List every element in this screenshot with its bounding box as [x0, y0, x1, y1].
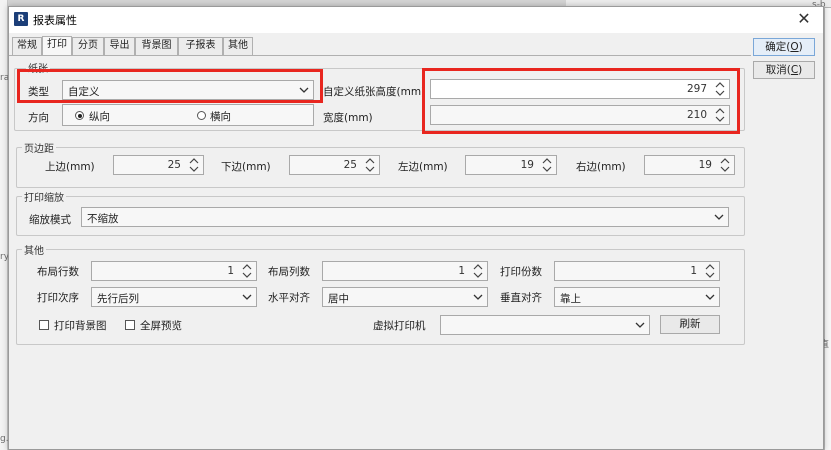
paper-legend: 纸张 [26, 60, 50, 75]
refresh-button[interactable]: 刷新 [660, 315, 720, 334]
fullscreen-preview-label[interactable]: 全屏预览 [140, 318, 182, 333]
chevron-down-icon [705, 294, 715, 300]
tab-background-image[interactable]: 背景图 [135, 37, 178, 55]
layout-rows-input[interactable]: 1 [91, 261, 257, 281]
margins-legend: 页边距 [22, 140, 56, 155]
scaling-mode-select[interactable]: 不缩放 [81, 207, 729, 227]
margin-left-value: 19 [520, 159, 534, 171]
copies-label: 打印份数 [500, 266, 542, 278]
scaling-mode-value: 不缩放 [87, 213, 119, 225]
spinner-arrows-icon[interactable] [705, 263, 715, 279]
width-label: 宽度(mm) [323, 112, 373, 124]
title-bar[interactable]: R 报表属性 ✕ [9, 7, 823, 33]
ok-button-label: 确定 [765, 41, 787, 53]
other-legend: 其他 [22, 242, 46, 257]
vertical-align-value: 靠上 [560, 293, 581, 305]
orientation-label: 方向 [28, 112, 49, 124]
layout-rows-value: 1 [227, 265, 234, 277]
virtual-printer-label: 虚拟打印机 [373, 320, 426, 332]
window-title: 报表属性 [33, 14, 77, 27]
tab-other[interactable]: 其他 [223, 37, 253, 55]
spinner-arrows-icon[interactable] [715, 107, 725, 123]
landscape-label[interactable]: 横向 [210, 109, 231, 124]
margin-left-input[interactable]: 19 [465, 155, 557, 175]
horizontal-align-label: 水平对齐 [268, 292, 310, 304]
paper-type-value: 自定义 [68, 86, 100, 98]
vertical-align-select[interactable]: 靠上 [554, 287, 720, 307]
chevron-down-icon [714, 214, 724, 220]
tab-subreport[interactable]: 子报表 [178, 37, 223, 55]
print-order-select[interactable]: 先行后列 [91, 287, 257, 307]
margin-top-label: 上边(mm) [45, 161, 95, 173]
report-properties-dialog: R 报表属性 ✕ 常规 打印 分页 导出 背景图 子报表 其他 确定(O) 取消… [8, 6, 824, 450]
cancel-button-label: 取消 [765, 64, 787, 76]
tab-general[interactable]: 常规 [12, 37, 42, 55]
ok-button[interactable]: 确定(O) [753, 38, 815, 56]
vertical-align-label: 垂直对齐 [500, 292, 542, 304]
spinner-arrows-icon[interactable] [542, 157, 552, 173]
spinner-arrows-icon[interactable] [473, 263, 483, 279]
custom-height-input[interactable]: 297 [430, 79, 730, 99]
margin-bottom-value: 25 [343, 159, 357, 171]
layout-cols-input[interactable]: 1 [322, 261, 488, 281]
custom-height-label: 自定义纸张高度(mm) [323, 86, 426, 98]
spinner-arrows-icon[interactable] [720, 157, 730, 173]
print-background-checkbox[interactable] [39, 320, 49, 330]
width-input[interactable]: 210 [430, 105, 730, 125]
print-order-value: 先行后列 [97, 293, 139, 305]
chevron-down-icon [299, 87, 309, 93]
layout-rows-label: 布局行数 [37, 266, 79, 278]
cancel-button[interactable]: 取消(C) [753, 61, 815, 79]
fullscreen-preview-checkbox[interactable] [125, 320, 135, 330]
width-value: 210 [686, 109, 707, 121]
copies-value: 1 [690, 265, 697, 277]
tab-print[interactable]: 打印 [42, 36, 72, 56]
chevron-down-icon [242, 294, 252, 300]
cancel-button-hotkey: C [790, 64, 799, 76]
tab-divider [9, 55, 751, 56]
spinner-arrows-icon[interactable] [715, 81, 725, 97]
margin-right-value: 19 [698, 159, 712, 171]
margin-bottom-input[interactable]: 25 [289, 155, 380, 175]
horizontal-align-value: 居中 [328, 293, 349, 305]
chevron-down-icon [473, 294, 483, 300]
horizontal-align-select[interactable]: 居中 [322, 287, 488, 307]
margin-top-input[interactable]: 25 [113, 155, 204, 175]
ok-button-hotkey: O [790, 41, 799, 53]
copies-input[interactable]: 1 [554, 261, 720, 281]
scaling-legend: 打印缩放 [22, 189, 66, 204]
tab-export[interactable]: 导出 [104, 37, 135, 55]
portrait-label[interactable]: 纵向 [89, 109, 110, 124]
paper-type-label: 类型 [28, 86, 49, 98]
virtual-printer-select[interactable] [440, 315, 650, 335]
layout-cols-label: 布局列数 [268, 266, 310, 278]
app-icon: R [14, 12, 28, 26]
margin-right-input[interactable]: 19 [644, 155, 735, 175]
paper-type-select[interactable]: 自定义 [62, 80, 314, 100]
spinner-arrows-icon[interactable] [189, 157, 199, 173]
margin-bottom-label: 下边(mm) [221, 161, 271, 173]
margin-right-label: 右边(mm) [576, 161, 626, 173]
print-order-label: 打印次序 [37, 292, 79, 304]
margin-left-label: 左边(mm) [398, 161, 448, 173]
spinner-arrows-icon[interactable] [242, 263, 252, 279]
landscape-radio[interactable] [197, 111, 206, 120]
chevron-down-icon [635, 322, 645, 328]
spinner-arrows-icon[interactable] [365, 157, 375, 173]
layout-cols-value: 1 [458, 265, 465, 277]
tab-pagination[interactable]: 分页 [72, 37, 104, 55]
background-window-left [0, 0, 8, 450]
margin-top-value: 25 [167, 159, 181, 171]
background-window-right [824, 0, 831, 450]
custom-height-value: 297 [686, 83, 707, 95]
portrait-radio[interactable] [75, 111, 84, 120]
print-background-label[interactable]: 打印背景图 [54, 318, 107, 333]
scaling-mode-label: 缩放模式 [29, 214, 71, 226]
close-button[interactable]: ✕ [795, 10, 813, 28]
